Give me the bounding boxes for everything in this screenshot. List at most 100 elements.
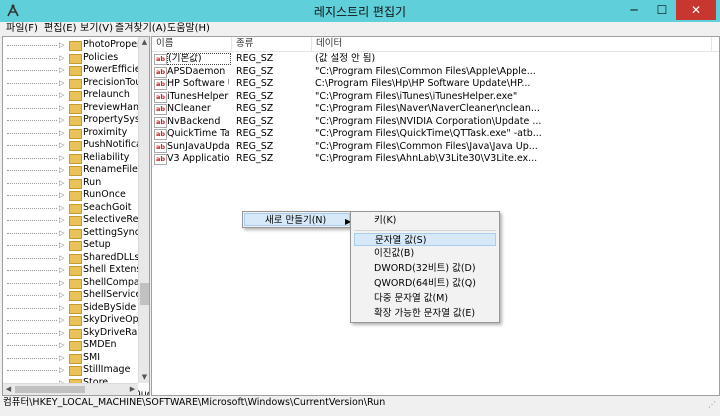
expand-arrow-icon[interactable]: ▷ bbox=[59, 252, 64, 264]
list-row[interactable]: ab NCleaner REG_SZ "C:\Program Files\Naver\… bbox=[152, 103, 719, 115]
tree-item[interactable]: ▷SelectiveRemote bbox=[3, 214, 149, 226]
string-value-icon: ab bbox=[154, 91, 167, 103]
title-bar: 레지스트리 편집기 ─ ☐ ✕ bbox=[0, 0, 720, 22]
tree-item[interactable]: ▷ Setup bbox=[3, 239, 139, 251]
expand-arrow-icon[interactable]: ▷ bbox=[59, 227, 64, 239]
expand-arrow-icon[interactable]: ▷ bbox=[59, 114, 64, 126]
expand-arrow-icon[interactable]: ▷ bbox=[59, 214, 64, 226]
menu-view[interactable]: 보기(V) bbox=[78, 22, 115, 36]
scroll-left-icon[interactable]: ◀ bbox=[3, 384, 14, 395]
submenu-string-value[interactable]: 문자열 값(S) bbox=[354, 233, 496, 246]
tree-item[interactable]: ▷ Run bbox=[3, 177, 139, 189]
tree-item[interactable]: ▷Shell Extensions bbox=[3, 264, 149, 276]
tree-item[interactable]: ▷PrecisionTouchP bbox=[3, 77, 149, 89]
submenu-key[interactable]: 키(K) bbox=[354, 214, 496, 227]
key-tree-pane[interactable]: ▷PhotoPropertyH▷Policies▷PowerEfficiency… bbox=[2, 36, 150, 396]
list-row[interactable]: abQuickTime Task REG_SZ "C:\Program Files\… bbox=[152, 128, 719, 140]
tree-item[interactable]: ▷ Reliability bbox=[3, 152, 139, 164]
string-value-icon: ab bbox=[154, 79, 167, 90]
tree-vertical-scrollbar[interactable]: ▲ ▼ bbox=[138, 37, 149, 383]
tree-item[interactable]: ▷ PreviewHandler bbox=[3, 102, 149, 114]
expand-arrow-icon[interactable]: ▷ bbox=[59, 239, 64, 251]
expand-arrow-icon[interactable]: ▷ bbox=[59, 177, 64, 189]
expand-arrow-icon[interactable]: ▷ bbox=[59, 139, 64, 151]
maximize-button[interactable]: ☐ bbox=[648, 0, 676, 20]
submenu-multistring-value[interactable]: 다중 문자열 값(M) bbox=[354, 292, 496, 305]
menu-edit[interactable]: 편집(E) bbox=[42, 22, 79, 36]
expand-arrow-icon[interactable]: ▷ bbox=[59, 302, 64, 314]
tree-item[interactable]: ▷ ShellCompatibil bbox=[3, 277, 149, 289]
tree-item[interactable]: ▷ Proximity bbox=[3, 127, 139, 139]
list-row[interactable]: abSunJavaUpdate... REG_SZ "C:\Program File… bbox=[152, 141, 719, 153]
submenu-binary-value[interactable]: 이진값(B) bbox=[354, 247, 496, 260]
tree-hscroll-thumb[interactable] bbox=[15, 386, 85, 393]
expand-arrow-icon[interactable]: ▷ bbox=[59, 89, 64, 101]
tree-horizontal-scrollbar[interactable]: ◀ ▶ bbox=[3, 383, 138, 395]
tree-item[interactable]: ▷PowerEfficiency bbox=[3, 64, 149, 76]
folder-icon bbox=[69, 203, 82, 214]
tree-item[interactable]: ▷PhotoPropertyH bbox=[3, 39, 149, 51]
expand-arrow-icon[interactable]: ▷ bbox=[59, 164, 64, 176]
column-type-header[interactable]: 종류 bbox=[232, 37, 312, 51]
tree-item[interactable]: ▷ SettingSync bbox=[3, 227, 140, 239]
tree-item[interactable]: ▷ SharedDLLs bbox=[3, 252, 139, 264]
tree-item[interactable]: ▷PushNotification bbox=[3, 139, 149, 151]
list-row[interactable]: ab (기본값) REG_SZ (값 설정 안 됨) bbox=[152, 53, 719, 65]
expand-arrow-icon[interactable]: ▷ bbox=[59, 314, 64, 326]
expand-arrow-icon[interactable]: ▷ bbox=[59, 364, 64, 376]
submenu-dword-value[interactable]: DWORD(32비트) 값(D) bbox=[354, 262, 496, 275]
menu-help[interactable]: 도움말(H) bbox=[165, 22, 212, 36]
expand-arrow-icon[interactable]: ▷ bbox=[59, 339, 64, 351]
list-row[interactable]: ab iTunesHelper REG_SZ "C:\Program Files\iT… bbox=[152, 91, 719, 103]
tree-item[interactable]: ▷ Policies bbox=[3, 52, 139, 64]
tree-item[interactable]: ▷PropertySystem bbox=[3, 114, 149, 126]
submenu-qword-value[interactable]: QWORD(64비트) 값(Q) bbox=[354, 277, 496, 290]
minimize-button[interactable]: ─ bbox=[620, 0, 648, 20]
expand-arrow-icon[interactable]: ▷ bbox=[59, 52, 64, 64]
list-row[interactable]: ab V3 Application REG_SZ "C:\Program Files\… bbox=[152, 153, 719, 165]
resize-grip-icon[interactable]: ⋰ bbox=[708, 400, 716, 409]
tree-scroll-thumb[interactable] bbox=[140, 283, 149, 305]
scroll-up-icon[interactable]: ▲ bbox=[139, 37, 149, 48]
tree-item[interactable]: ▷ SkyDriveOptIn bbox=[3, 314, 149, 326]
tree-connector bbox=[7, 357, 57, 359]
expand-arrow-icon[interactable]: ▷ bbox=[59, 102, 64, 114]
tree-item[interactable]: ▷ ShellServiceObj bbox=[3, 289, 149, 301]
tree-item[interactable]: ▷ Prelaunch bbox=[3, 89, 139, 101]
scroll-down-icon[interactable]: ▼ bbox=[139, 372, 149, 383]
column-name-header[interactable]: 이름 bbox=[152, 37, 232, 51]
menu-file[interactable]: 파일(F) bbox=[4, 22, 40, 36]
list-row[interactable]: ab NvBackend REG_SZ "C:\Program Files\NVIDI… bbox=[152, 116, 719, 128]
expand-arrow-icon[interactable]: ▷ bbox=[59, 64, 64, 76]
expand-arrow-icon[interactable]: ▷ bbox=[59, 289, 64, 301]
submenu-expandable-string-value[interactable]: 확장 가능한 문자열 값(E) bbox=[354, 307, 496, 320]
tree-item[interactable]: ▷ SeachGoit bbox=[3, 202, 139, 214]
tree-item[interactable]: ▷ SideBySide bbox=[3, 302, 139, 314]
string-value-icon: ab bbox=[154, 116, 167, 128]
menu-new[interactable]: 새로 만들기(N) ▶ bbox=[244, 213, 351, 226]
tree-item-label: Policies bbox=[83, 51, 119, 63]
expand-arrow-icon[interactable]: ▷ bbox=[59, 264, 64, 276]
expand-arrow-icon[interactable]: ▷ bbox=[59, 352, 64, 364]
expand-arrow-icon[interactable]: ▷ bbox=[59, 189, 64, 201]
tree-item[interactable]: ▷ RunOnce bbox=[3, 189, 139, 201]
tree-item-label: RenameFiles bbox=[83, 164, 143, 175]
list-row[interactable]: ab APSDaemon REG_SZ "C:\Program Files\Commo… bbox=[152, 66, 719, 78]
expand-arrow-icon[interactable]: ▷ bbox=[59, 127, 64, 139]
tree-item[interactable]: ▷ RenameFiles bbox=[3, 164, 143, 176]
expand-arrow-icon[interactable]: ▷ bbox=[59, 277, 64, 289]
tree-item[interactable]: ▷ SMDEn bbox=[3, 339, 139, 351]
menu-favorites[interactable]: 즐겨찾기(A) bbox=[113, 22, 168, 36]
list-row[interactable]: abHP Software Up... REG_SZ C:\Program File… bbox=[152, 78, 719, 90]
expand-arrow-icon[interactable]: ▷ bbox=[59, 202, 64, 214]
expand-arrow-icon[interactable]: ▷ bbox=[59, 39, 64, 51]
tree-item[interactable]: ▷ SMI bbox=[3, 352, 139, 364]
column-data-header[interactable]: 데이터 bbox=[312, 37, 712, 51]
tree-item[interactable]: ▷ StillImage bbox=[3, 364, 139, 376]
close-button[interactable]: ✕ bbox=[676, 0, 716, 20]
expand-arrow-icon[interactable]: ▷ bbox=[59, 327, 64, 339]
scroll-right-icon[interactable]: ▶ bbox=[127, 384, 138, 395]
expand-arrow-icon[interactable]: ▷ bbox=[59, 77, 64, 89]
expand-arrow-icon[interactable]: ▷ bbox=[59, 152, 64, 164]
tree-item[interactable]: ▷SkyDriveRamps bbox=[3, 327, 149, 339]
